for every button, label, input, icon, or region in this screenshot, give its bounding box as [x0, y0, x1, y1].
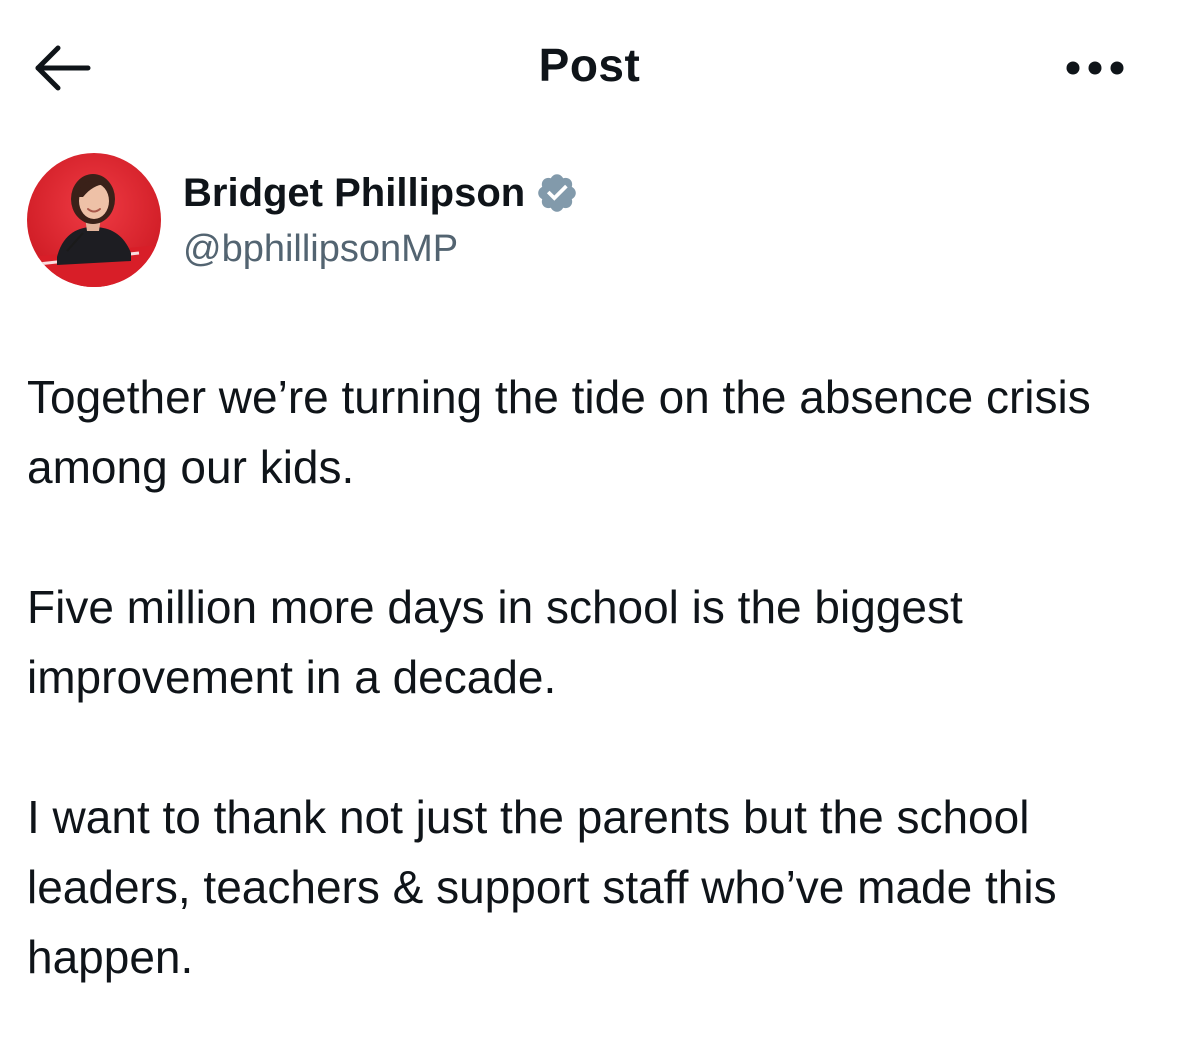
- page-title: Post: [538, 39, 641, 91]
- more-options-button[interactable]: [1052, 50, 1132, 86]
- post-paragraph: Five million more days in school is the …: [27, 581, 963, 703]
- post-text: Together we’re turning the tide on the a…: [27, 362, 1147, 992]
- avatar[interactable]: [27, 153, 161, 287]
- author-name-row: Bridget Phillipson: [183, 167, 579, 219]
- verified-badge-icon[interactable]: [535, 171, 579, 215]
- post-author: Bridget Phillipson @bphillipsonMP: [27, 153, 1147, 288]
- post-paragraph: Together we’re turning the tide on the a…: [27, 371, 1091, 493]
- top-bar: Post: [0, 0, 1179, 135]
- more-horizontal-icon: [1066, 61, 1124, 75]
- post-paragraph: I want to thank not just the parents but…: [27, 791, 1057, 983]
- author-handle[interactable]: @bphillipsonMP: [183, 225, 458, 273]
- author-display-name[interactable]: Bridget Phillipson: [183, 167, 525, 219]
- profile-photo: [27, 153, 161, 287]
